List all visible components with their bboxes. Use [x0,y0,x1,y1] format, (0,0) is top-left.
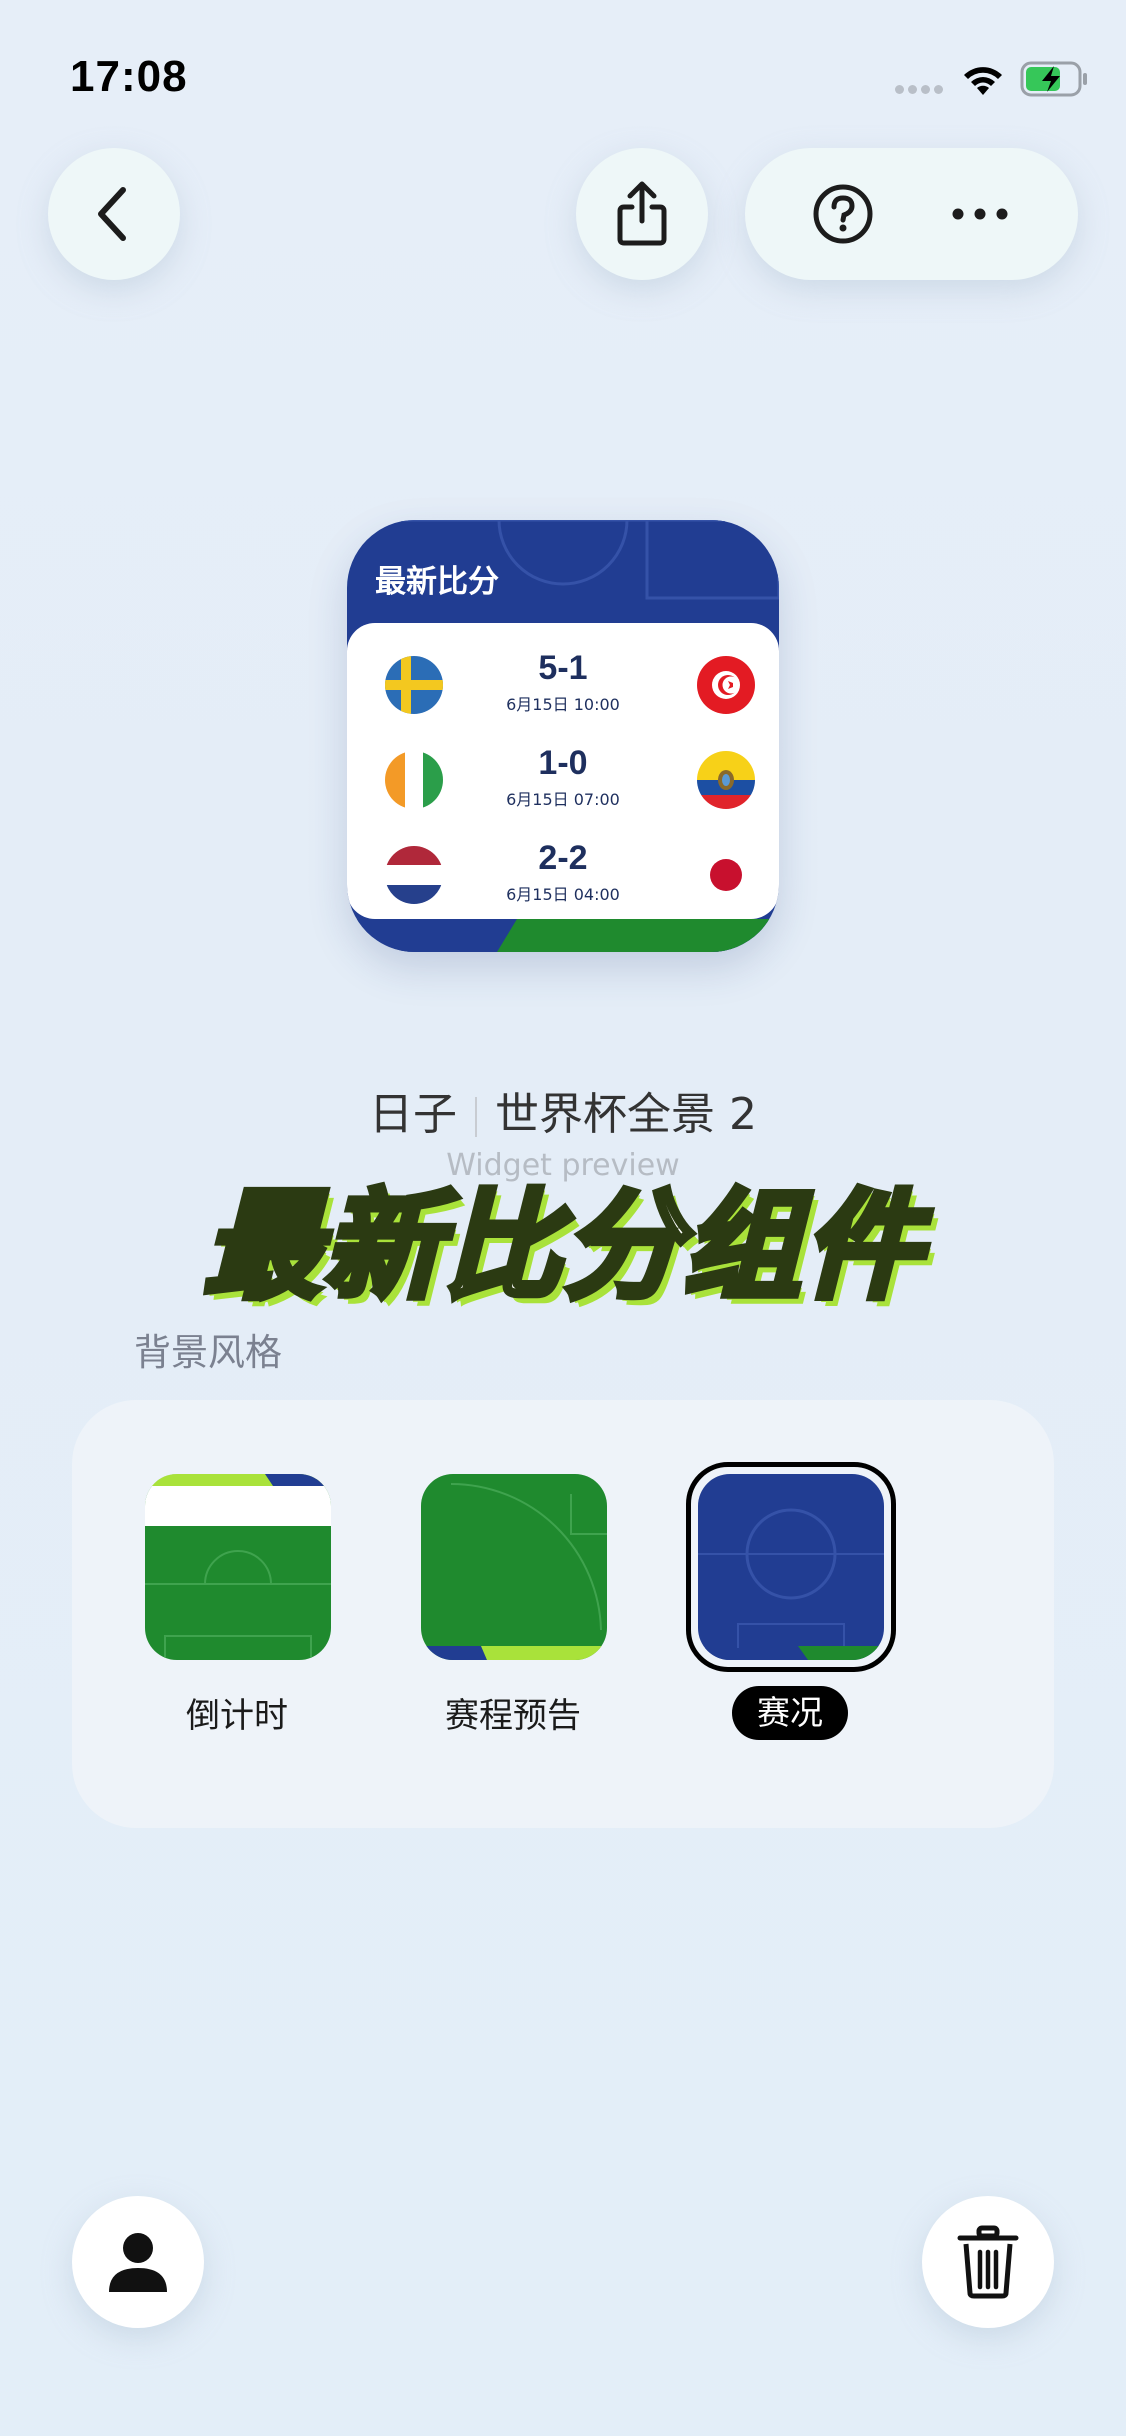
match-time: 6月15日 04:00 [506,885,620,904]
ecuador-flag-icon [697,751,755,809]
match-score: 1-0 [538,744,588,782]
battery-charging-icon [1020,61,1087,97]
widget-name-line: 日子 世界杯全景 2 [0,1078,1126,1142]
profile-button[interactable] [72,2196,204,2328]
promo-title-overlay: 最新比分组件 [200,1174,924,1318]
match-time: 6月15日 10:00 [506,695,620,714]
match-score: 5-1 [538,649,588,687]
netherlands-flag-icon [385,846,443,904]
scores-card: 5-1 6月15日 10:00 1-0 6月15日 07:00 2-2 6月15… [347,623,779,919]
style-option-schedule[interactable]: 赛程预告 [398,1460,628,1760]
selected-style-label: 赛况 [732,1686,848,1740]
background-style-panel: 倒计时 赛程预告 赛况 [72,1400,1054,1828]
back-button[interactable] [48,148,180,280]
share-button[interactable] [576,148,708,280]
match-row: 5-1 6月15日 10:00 [347,647,779,727]
style-option-label: 赛程预告 [445,1696,581,1736]
match-row: 2-2 6月15日 04:00 [347,837,779,917]
schedule-background-thumbnail [421,1474,607,1660]
style-option-label: 倒计时 [186,1696,288,1736]
trash-icon [957,2225,1019,2299]
ellipsis-icon[interactable] [948,204,1012,224]
status-bar: 17:08 [0,0,1126,150]
widget-preview: 最新比分 5-1 6月15日 10:00 1-0 6月15日 07:00 2-2… [347,520,779,952]
divider [475,1097,477,1137]
ivory-coast-flag-icon [385,751,443,809]
match-row: 1-0 6月15日 07:00 [347,742,779,822]
app-name: 日子 [369,1089,457,1140]
delete-button[interactable] [922,2196,1054,2328]
style-option-countdown[interactable]: 倒计时 [122,1460,352,1760]
tunisia-flag-icon [697,656,755,714]
share-icon [617,181,667,246]
widget-title: 最新比分 [375,564,499,600]
status-time: 17:08 [70,52,188,101]
wifi-icon [964,67,1002,95]
section-label: 背景风格 [134,1331,282,1374]
match-time: 6月15日 07:00 [506,790,620,809]
match-score: 2-2 [538,839,588,877]
question-circle-icon[interactable] [811,182,875,246]
style-option-match-status[interactable]: 赛况 [674,1460,904,1760]
pitch-stripe-decoration [347,919,779,952]
widget-name: 世界杯全景 2 [495,1089,757,1140]
match-status-background-thumbnail [698,1474,884,1660]
sweden-flag-icon [385,656,443,714]
chevron-left-icon [98,187,126,241]
options-pill [745,148,1078,280]
japan-flag-icon [697,846,755,904]
countdown-background-thumbnail [145,1474,331,1660]
person-icon [109,2233,167,2292]
cellular-signal-icon [895,85,945,95]
